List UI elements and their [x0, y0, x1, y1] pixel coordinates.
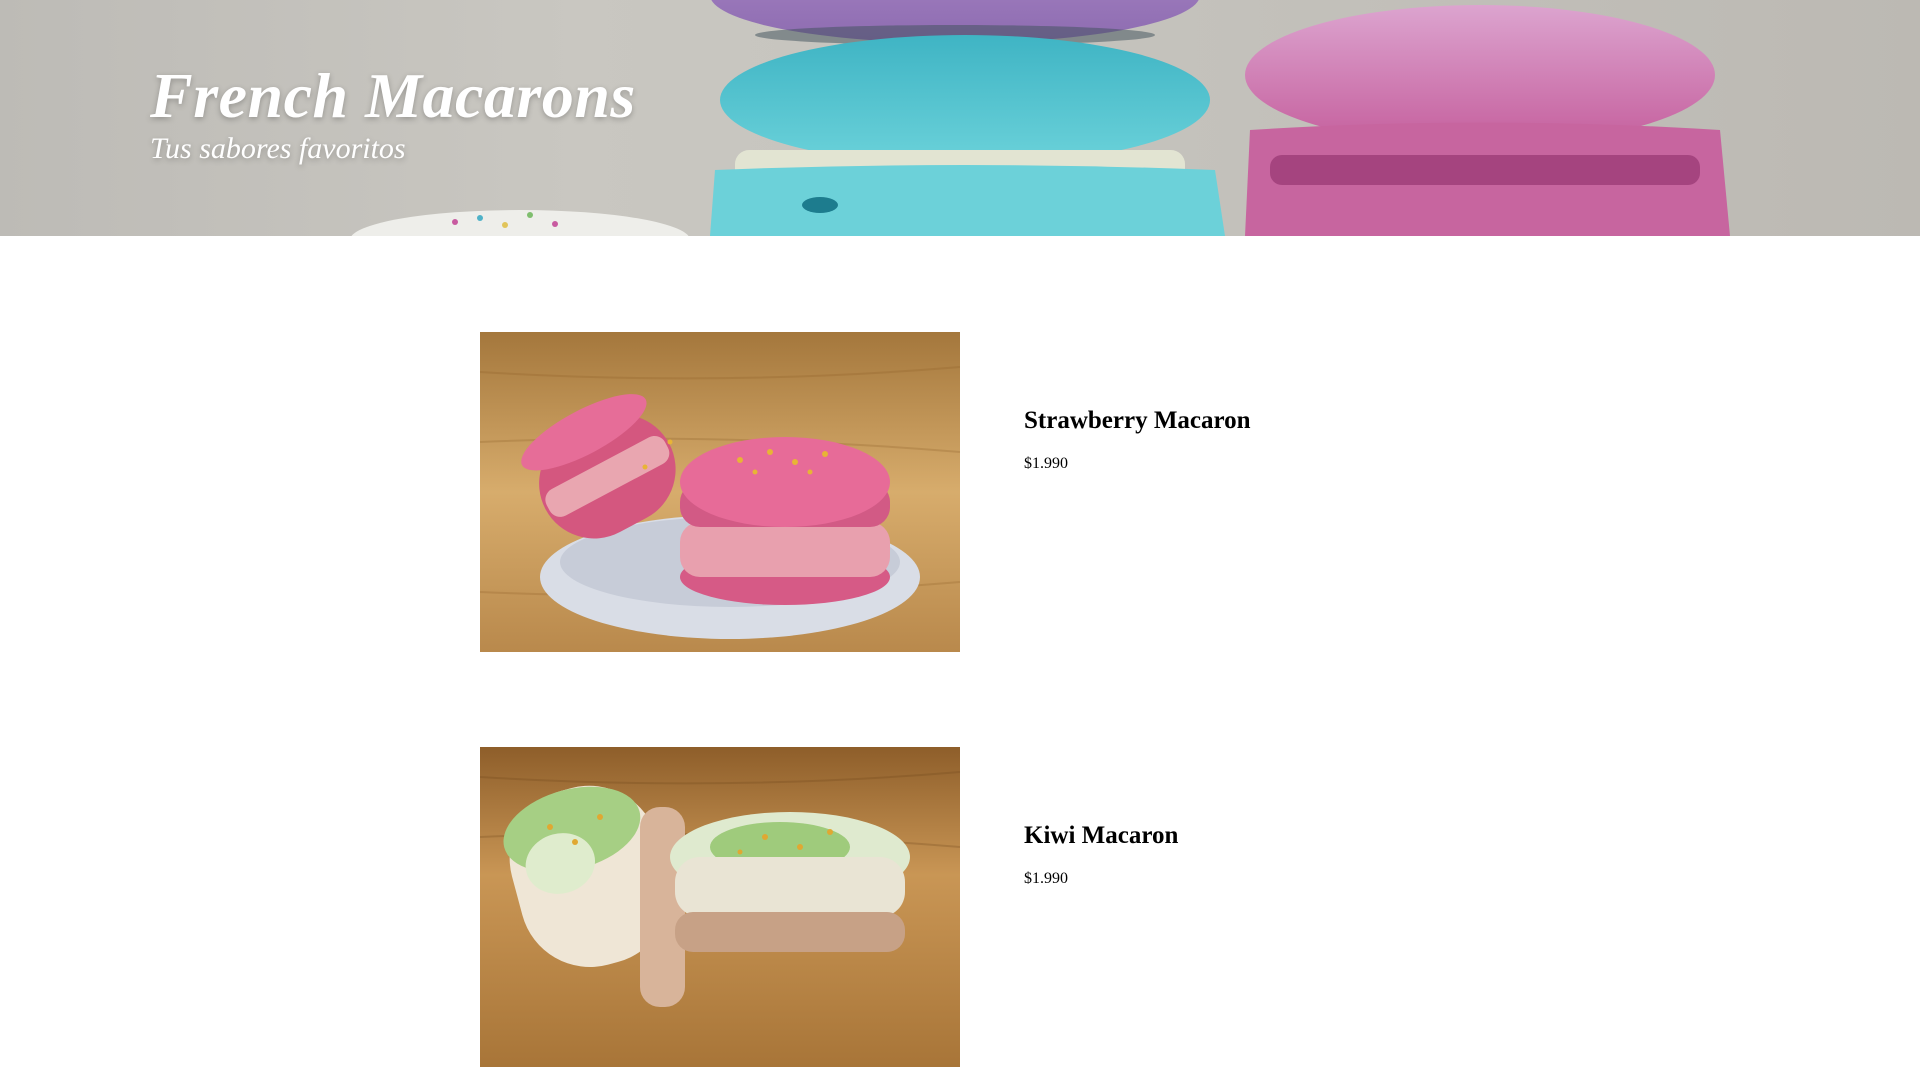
product-card[interactable]: Strawberry Macaron $1.990 — [480, 332, 1440, 652]
product-price: $1.990 — [1024, 455, 1068, 472]
product-card[interactable]: Kiwi Macaron $1.990 — [480, 747, 1440, 1067]
product-name[interactable]: Strawberry Macaron — [1024, 407, 1251, 435]
product-image-kiwi[interactable] — [480, 747, 960, 1067]
hero-banner: French Macarons Tus sabores favoritos — [0, 0, 1920, 236]
site-subtitle: Tus sabores favoritos — [150, 132, 406, 166]
green-macarons-photo-icon — [480, 747, 960, 1067]
product-image-strawberry[interactable] — [480, 332, 960, 652]
pink-macarons-photo-icon — [480, 332, 960, 652]
product-price: $1.990 — [1024, 870, 1068, 887]
product-name[interactable]: Kiwi Macaron — [1024, 822, 1178, 850]
site-title: French Macarons — [150, 60, 636, 131]
hero-text: French Macarons Tus sabores favoritos — [150, 62, 636, 167]
